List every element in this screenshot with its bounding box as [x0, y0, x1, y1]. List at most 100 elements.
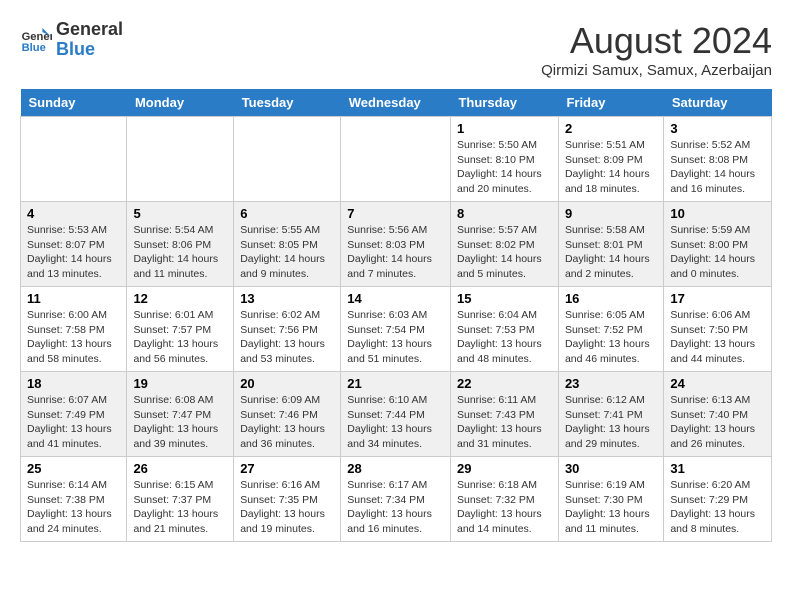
day-number: 19: [133, 376, 227, 391]
day-number: 10: [670, 206, 765, 221]
day-info: Sunrise: 5:58 AMSunset: 8:01 PMDaylight:…: [565, 223, 657, 282]
day-number: 30: [565, 461, 657, 476]
day-info: Sunrise: 6:18 AMSunset: 7:32 PMDaylight:…: [457, 478, 552, 537]
day-info: Sunrise: 6:11 AMSunset: 7:43 PMDaylight:…: [457, 393, 552, 452]
day-number: 16: [565, 291, 657, 306]
day-number: 11: [27, 291, 120, 306]
day-number: 28: [347, 461, 444, 476]
day-number: 12: [133, 291, 227, 306]
calendar-cell: 12 Sunrise: 6:01 AMSunset: 7:57 PMDayligh…: [127, 287, 234, 372]
svg-text:Blue: Blue: [22, 42, 46, 54]
day-info: Sunrise: 5:53 AMSunset: 8:07 PMDaylight:…: [27, 223, 120, 282]
calendar-cell: 30 Sunrise: 6:19 AMSunset: 7:30 PMDayligh…: [558, 457, 663, 542]
weekday-header-thursday: Thursday: [450, 89, 558, 117]
day-info: Sunrise: 6:20 AMSunset: 7:29 PMDaylight:…: [670, 478, 765, 537]
week-row-3: 11Sunrise: 6:00 AMSunset: 7:58 PMDayligh…: [21, 287, 772, 372]
calendar-cell: 29 Sunrise: 6:18 AMSunset: 7:32 PMDayligh…: [450, 457, 558, 542]
day-info: Sunrise: 5:52 AMSunset: 8:08 PMDaylight:…: [670, 138, 765, 197]
weekday-header-saturday: Saturday: [664, 89, 772, 117]
day-number: 7: [347, 206, 444, 221]
calendar-cell: 3 Sunrise: 5:52 AMSunset: 8:08 PMDaylight…: [664, 117, 772, 202]
weekday-header-wednesday: Wednesday: [341, 89, 451, 117]
week-row-5: 25 Sunrise: 6:14 AMSunset: 7:38 PMDayligh…: [21, 457, 772, 542]
day-info: Sunrise: 6:03 AMSunset: 7:54 PMDaylight:…: [347, 308, 444, 367]
location-text: Qirmizi Samux, Samux, Azerbaijan: [541, 62, 772, 79]
calendar-cell: 25 Sunrise: 6:14 AMSunset: 7:38 PMDayligh…: [21, 457, 127, 542]
weekday-header-sunday: Sunday: [21, 89, 127, 117]
day-number: 17: [670, 291, 765, 306]
day-info: Sunrise: 6:13 AMSunset: 7:40 PMDaylight:…: [670, 393, 765, 452]
calendar-cell: 13 Sunrise: 6:02 AMSunset: 7:56 PMDayligh…: [234, 287, 341, 372]
calendar-cell: 2 Sunrise: 5:51 AMSunset: 8:09 PMDaylight…: [558, 117, 663, 202]
calendar-cell: 7 Sunrise: 5:56 AMSunset: 8:03 PMDaylight…: [341, 202, 451, 287]
day-info: Sunrise: 6:10 AMSunset: 7:44 PMDaylight:…: [347, 393, 444, 452]
day-number: 24: [670, 376, 765, 391]
calendar-cell: 26 Sunrise: 6:15 AMSunset: 7:37 PMDayligh…: [127, 457, 234, 542]
calendar-cell: 8Sunrise: 5:57 AMSunset: 8:02 PMDaylight…: [450, 202, 558, 287]
calendar-cell: 6Sunrise: 5:55 AMSunset: 8:05 PMDaylight…: [234, 202, 341, 287]
calendar-cell: 19Sunrise: 6:08 AMSunset: 7:47 PMDayligh…: [127, 372, 234, 457]
day-info: Sunrise: 5:50 AMSunset: 8:10 PMDaylight:…: [457, 138, 552, 197]
calendar-cell: 11Sunrise: 6:00 AMSunset: 7:58 PMDayligh…: [21, 287, 127, 372]
svg-text:General: General: [22, 31, 52, 43]
calendar-cell: 5 Sunrise: 5:54 AMSunset: 8:06 PMDaylight…: [127, 202, 234, 287]
day-number: 4: [27, 206, 120, 221]
day-info: Sunrise: 6:01 AMSunset: 7:57 PMDaylight:…: [133, 308, 227, 367]
day-info: Sunrise: 6:04 AMSunset: 7:53 PMDaylight:…: [457, 308, 552, 367]
day-number: 13: [240, 291, 334, 306]
day-number: 29: [457, 461, 552, 476]
day-info: Sunrise: 5:51 AMSunset: 8:09 PMDaylight:…: [565, 138, 657, 197]
day-info: Sunrise: 6:19 AMSunset: 7:30 PMDaylight:…: [565, 478, 657, 537]
day-info: Sunrise: 5:54 AMSunset: 8:06 PMDaylight:…: [133, 223, 227, 282]
title-block: August 2024 Qirmizi Samux, Samux, Azerba…: [541, 20, 772, 79]
calendar-cell: 17 Sunrise: 6:06 AMSunset: 7:50 PMDayligh…: [664, 287, 772, 372]
calendar-cell: 14Sunrise: 6:03 AMSunset: 7:54 PMDayligh…: [341, 287, 451, 372]
day-number: 27: [240, 461, 334, 476]
day-number: 9: [565, 206, 657, 221]
day-number: 1: [457, 121, 552, 136]
calendar-cell: 31 Sunrise: 6:20 AMSunset: 7:29 PMDayligh…: [664, 457, 772, 542]
day-number: 21: [347, 376, 444, 391]
calendar-cell: 10 Sunrise: 5:59 AMSunset: 8:00 PMDayligh…: [664, 202, 772, 287]
day-info: Sunrise: 5:59 AMSunset: 8:00 PMDaylight:…: [670, 223, 765, 282]
calendar-cell: [21, 117, 127, 202]
day-info: Sunrise: 5:57 AMSunset: 8:02 PMDaylight:…: [457, 223, 552, 282]
day-number: 20: [240, 376, 334, 391]
day-number: 26: [133, 461, 227, 476]
calendar-cell: 15Sunrise: 6:04 AMSunset: 7:53 PMDayligh…: [450, 287, 558, 372]
day-info: Sunrise: 6:06 AMSunset: 7:50 PMDaylight:…: [670, 308, 765, 367]
day-info: Sunrise: 6:17 AMSunset: 7:34 PMDaylight:…: [347, 478, 444, 537]
calendar-cell: 27Sunrise: 6:16 AMSunset: 7:35 PMDayligh…: [234, 457, 341, 542]
day-info: Sunrise: 6:05 AMSunset: 7:52 PMDaylight:…: [565, 308, 657, 367]
calendar-cell: 23 Sunrise: 6:12 AMSunset: 7:41 PMDayligh…: [558, 372, 663, 457]
weekday-header-monday: Monday: [127, 89, 234, 117]
day-number: 5: [133, 206, 227, 221]
calendar-cell: 4 Sunrise: 5:53 AMSunset: 8:07 PMDaylight…: [21, 202, 127, 287]
weekday-header-row: SundayMondayTuesdayWednesdayThursdayFrid…: [21, 89, 772, 117]
calendar-table: SundayMondayTuesdayWednesdayThursdayFrid…: [20, 89, 772, 542]
calendar-cell: 1 Sunrise: 5:50 AMSunset: 8:10 PMDaylight…: [450, 117, 558, 202]
logo-text: General Blue: [56, 20, 123, 60]
day-info: Sunrise: 6:14 AMSunset: 7:38 PMDaylight:…: [27, 478, 120, 537]
page-header: General Blue General Blue August 2024 Qi…: [20, 20, 772, 79]
calendar-cell: 28 Sunrise: 6:17 AMSunset: 7:34 PMDayligh…: [341, 457, 451, 542]
weekday-header-tuesday: Tuesday: [234, 89, 341, 117]
day-info: Sunrise: 6:02 AMSunset: 7:56 PMDaylight:…: [240, 308, 334, 367]
week-row-2: 4 Sunrise: 5:53 AMSunset: 8:07 PMDaylight…: [21, 202, 772, 287]
day-info: Sunrise: 6:15 AMSunset: 7:37 PMDaylight:…: [133, 478, 227, 537]
day-info: Sunrise: 6:12 AMSunset: 7:41 PMDaylight:…: [565, 393, 657, 452]
day-number: 3: [670, 121, 765, 136]
day-info: Sunrise: 6:07 AMSunset: 7:49 PMDaylight:…: [27, 393, 120, 452]
week-row-1: 1 Sunrise: 5:50 AMSunset: 8:10 PMDaylight…: [21, 117, 772, 202]
calendar-cell: [341, 117, 451, 202]
day-number: 25: [27, 461, 120, 476]
day-number: 31: [670, 461, 765, 476]
day-info: Sunrise: 5:56 AMSunset: 8:03 PMDaylight:…: [347, 223, 444, 282]
day-number: 23: [565, 376, 657, 391]
day-number: 22: [457, 376, 552, 391]
calendar-cell: [234, 117, 341, 202]
day-number: 18: [27, 376, 120, 391]
day-number: 2: [565, 121, 657, 136]
calendar-cell: 9 Sunrise: 5:58 AMSunset: 8:01 PMDaylight…: [558, 202, 663, 287]
calendar-cell: 24 Sunrise: 6:13 AMSunset: 7:40 PMDayligh…: [664, 372, 772, 457]
